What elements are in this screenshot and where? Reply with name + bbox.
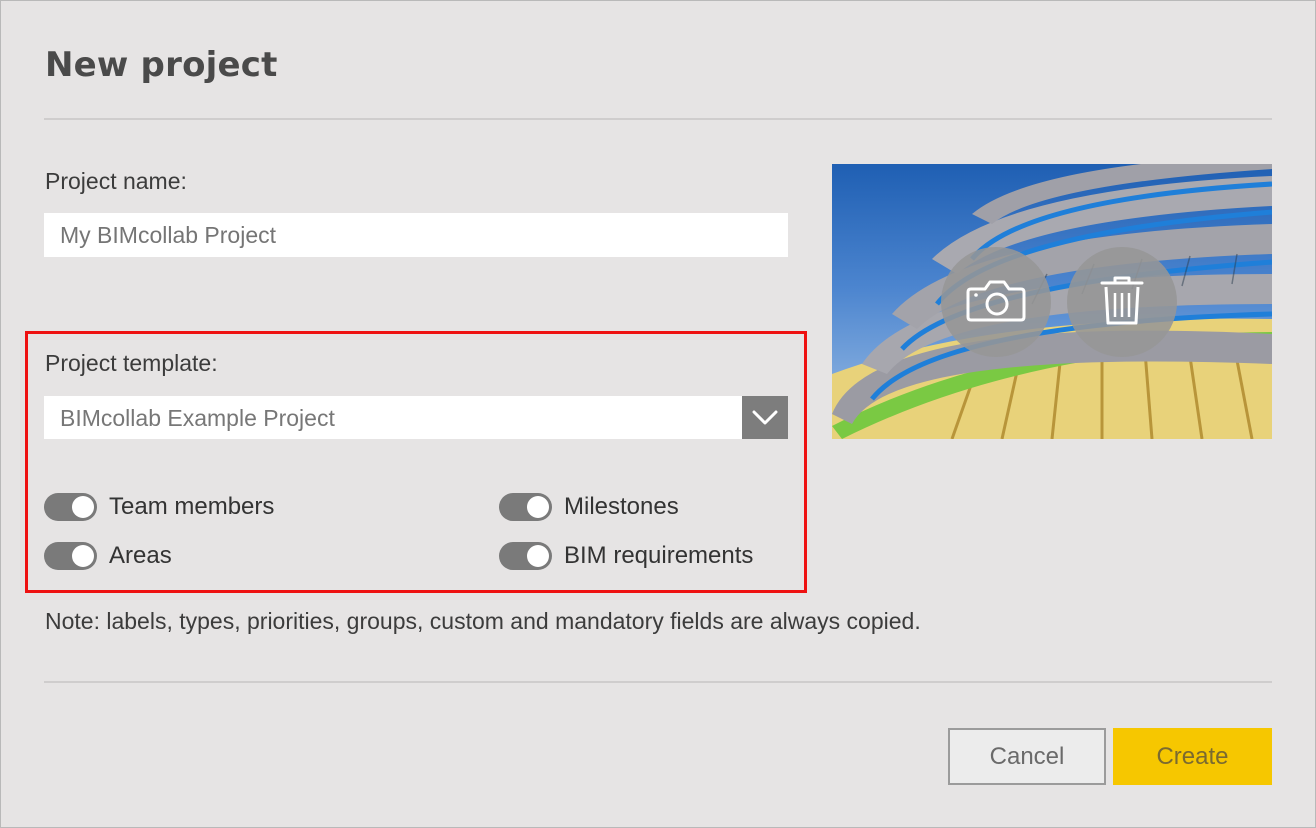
template-highlight-box bbox=[25, 331, 807, 593]
dialog-title: New project bbox=[45, 45, 278, 85]
delete-image-button[interactable] bbox=[1067, 247, 1177, 357]
thumbnail-building-illustration bbox=[832, 164, 1272, 439]
copy-note: Note: labels, types, priorities, groups,… bbox=[45, 608, 921, 634]
header-divider bbox=[44, 118, 1272, 120]
project-name-label: Project name: bbox=[45, 168, 187, 194]
new-project-dialog: New project Project name: Project templa… bbox=[0, 0, 1316, 828]
trash-icon bbox=[1100, 276, 1144, 325]
take-photo-button[interactable] bbox=[941, 247, 1051, 357]
project-name-input[interactable] bbox=[44, 213, 788, 257]
project-thumbnail bbox=[832, 164, 1272, 439]
camera-icon bbox=[966, 280, 1026, 322]
cancel-button[interactable]: Cancel bbox=[948, 728, 1106, 785]
create-button[interactable]: Create bbox=[1113, 728, 1272, 785]
footer-divider bbox=[44, 681, 1272, 683]
